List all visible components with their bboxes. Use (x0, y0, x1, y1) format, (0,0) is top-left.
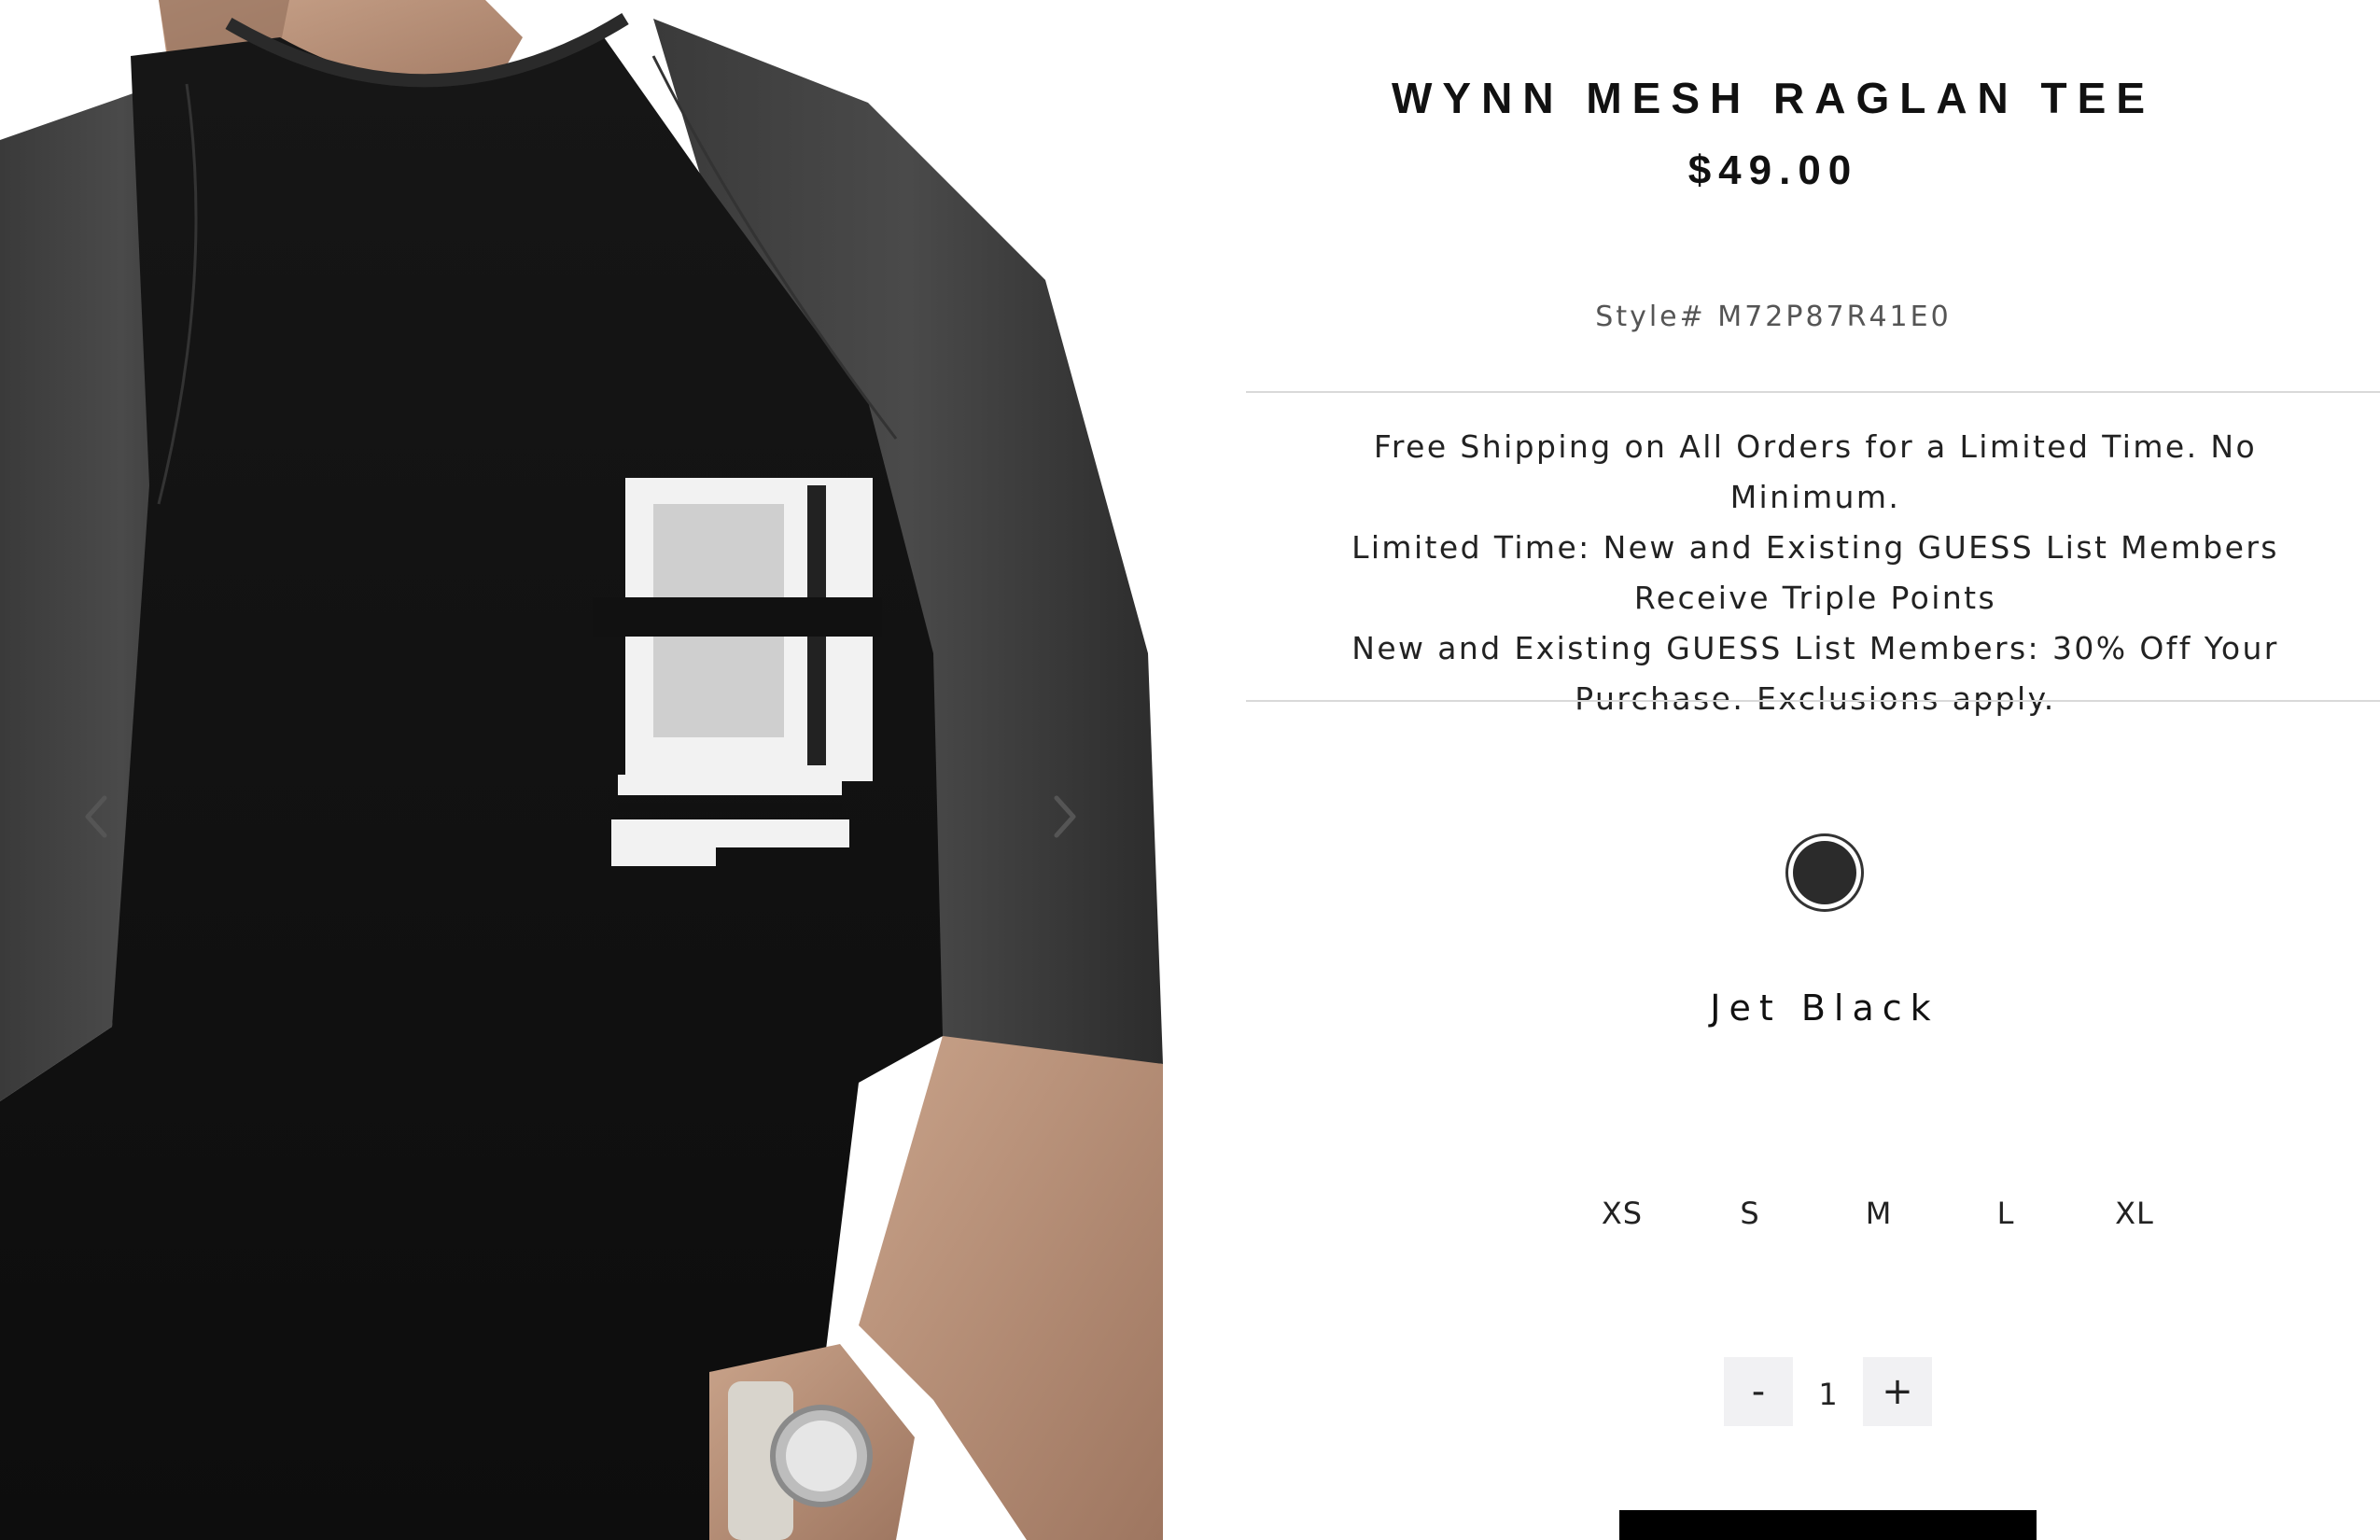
chevron-left-icon (85, 795, 107, 838)
promo-message: New and Existing GUESS List Members: 30%… (1351, 630, 2279, 717)
style-number: Style# M72P87R41E0 (1595, 301, 1952, 333)
size-option-l[interactable]: L (1954, 1185, 2057, 1241)
chevron-right-icon (1054, 795, 1076, 838)
size-selector: XS S M L XL (1246, 1185, 2380, 1241)
size-option-s[interactable]: S (1699, 1185, 1801, 1241)
quantity-value[interactable]: 1 (1793, 1357, 1863, 1426)
size-option-m[interactable]: M (1827, 1185, 1930, 1241)
promotions-block: Free Shipping on All Orders for a Limite… (1283, 422, 2347, 724)
add-to-bag-button[interactable] (1619, 1510, 2037, 1540)
product-photo (0, 0, 1163, 1540)
color-swatch-fill (1793, 841, 1856, 904)
divider (1246, 700, 2380, 702)
promo-message: Free Shipping on All Orders for a Limite… (1373, 428, 2258, 515)
promo-message: Limited Time: New and Existing GUESS Lis… (1351, 529, 2279, 616)
product-image-gallery[interactable] (0, 0, 1163, 1540)
selected-color-name: Jet Black (1710, 987, 1939, 1029)
quantity-decrement-button[interactable]: - (1724, 1357, 1793, 1426)
product-price: $49.00 (1687, 147, 1859, 193)
gallery-next-button[interactable] (1023, 775, 1107, 859)
gallery-prev-button[interactable] (54, 775, 138, 859)
size-option-xl[interactable]: XL (2083, 1185, 2186, 1241)
divider (1246, 391, 2380, 393)
color-swatch-jet-black[interactable] (1785, 833, 1864, 912)
product-title: WYNN MESH RAGLAN TEE (1392, 74, 2155, 122)
product-page: WYNN MESH RAGLAN TEE $49.00 Style# M72P8… (0, 0, 2380, 1540)
size-option-xs[interactable]: XS (1571, 1185, 1673, 1241)
quantity-increment-button[interactable]: + (1863, 1357, 1932, 1426)
product-info-panel: WYNN MESH RAGLAN TEE $49.00 Style# M72P8… (1246, 0, 2380, 1540)
